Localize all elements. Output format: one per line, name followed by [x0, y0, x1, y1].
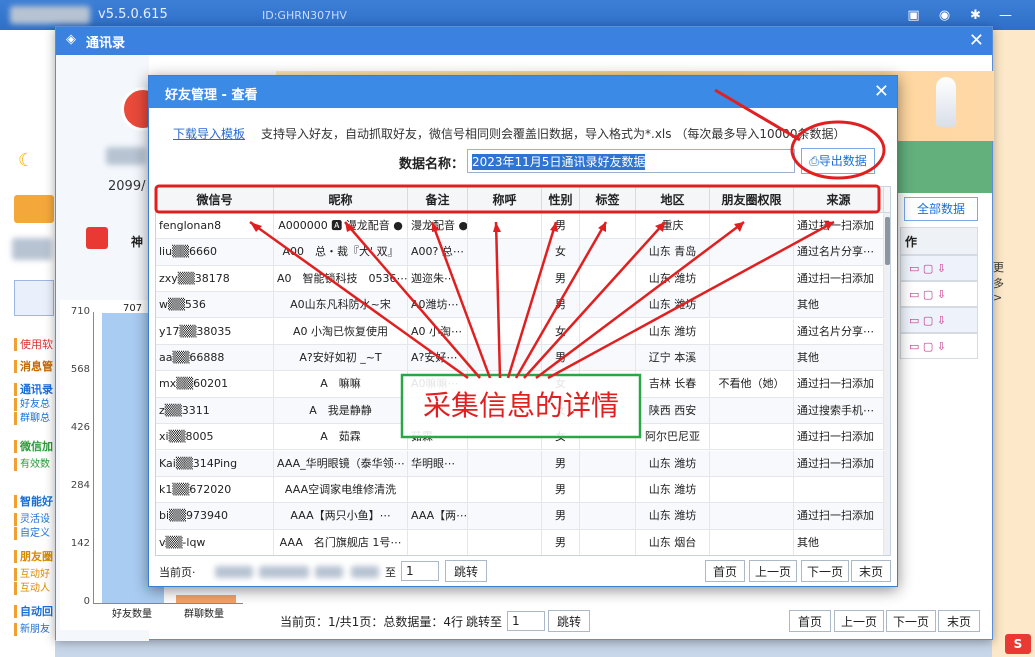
arrow-heads	[250, 221, 834, 232]
header-highlight-rect	[154, 184, 881, 214]
annotation-arrows	[249, 220, 835, 380]
annotation-text: 采集信息的详情	[422, 389, 619, 422]
brand-s-icon: S	[1005, 634, 1031, 654]
export-highlight-ellipse	[790, 120, 886, 180]
annotation-overlay	[154, 88, 886, 439]
export-arrow	[714, 88, 801, 142]
